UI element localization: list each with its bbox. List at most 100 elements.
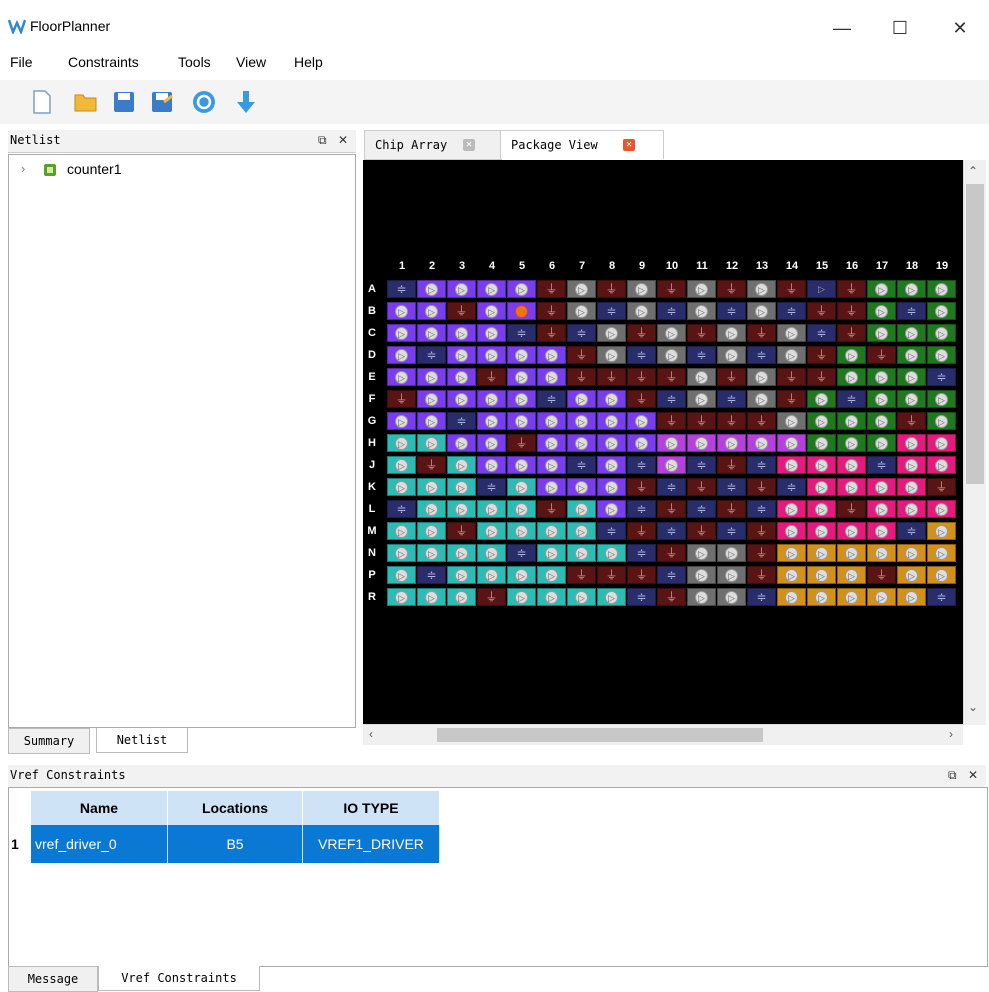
cell-io-type[interactable]: VREF1_DRIVER	[302, 825, 440, 863]
column-header-io-type[interactable]: IO TYPE	[302, 791, 440, 825]
pin-cell[interactable]: ▷	[417, 588, 446, 606]
pin-cell[interactable]: ▷	[537, 588, 566, 606]
tab-close-icon[interactable]: ✕	[623, 139, 635, 151]
menu-constraints[interactable]: Constraints	[68, 54, 139, 70]
pin-cell[interactable]: ⏚	[627, 324, 656, 342]
pin-cell[interactable]: ≑	[687, 500, 716, 518]
pin-cell[interactable]: ≑	[657, 390, 686, 408]
open-folder-icon[interactable]	[72, 88, 100, 116]
pin-cell[interactable]: ▷	[447, 324, 476, 342]
scroll-down-icon[interactable]: ⌄	[968, 700, 978, 714]
pin-cell[interactable]: ▷	[537, 346, 566, 364]
pin-cell[interactable]: ▷	[477, 434, 506, 452]
pin-cell[interactable]: ≑	[927, 588, 956, 606]
pin-cell[interactable]: ▷	[567, 302, 596, 320]
pin-cell[interactable]: ▷	[387, 412, 416, 430]
table-row[interactable]: vref_driver_0 B5 VREF1_DRIVER	[31, 825, 440, 863]
pin-cell[interactable]: ⏚	[657, 500, 686, 518]
pin-cell[interactable]: ▷	[717, 324, 746, 342]
pin-cell[interactable]: ≑	[777, 478, 806, 496]
pin-cell[interactable]: ▷	[747, 302, 776, 320]
pin-cell[interactable]: ▷	[417, 478, 446, 496]
pin-cell[interactable]: ▷	[867, 368, 896, 386]
pin-cell[interactable]: ▷	[447, 346, 476, 364]
pin-cell[interactable]: ▷	[447, 368, 476, 386]
pin-cell[interactable]: ⏚	[837, 280, 866, 298]
pin-cell[interactable]: ▷	[927, 566, 956, 584]
pin-cell[interactable]: ▷	[867, 500, 896, 518]
pin-cell[interactable]: ▷	[567, 412, 596, 430]
tab-summary[interactable]: Summary	[8, 728, 90, 754]
pin-cell[interactable]: ⏚	[687, 478, 716, 496]
pin-cell[interactable]: ▷	[927, 302, 956, 320]
pin-cell[interactable]: ▷	[687, 390, 716, 408]
pin-cell[interactable]: ▷	[507, 280, 536, 298]
pin-cell[interactable]: ▷	[627, 412, 656, 430]
pin-cell[interactable]: ▷	[567, 390, 596, 408]
pin-cell[interactable]: ▷	[837, 478, 866, 496]
pin-cell[interactable]: ▷	[537, 478, 566, 496]
pin-cell[interactable]: ▷	[837, 544, 866, 562]
pin-cell[interactable]: ⏚	[507, 434, 536, 452]
float-dock-icon[interactable]: ⧉	[318, 133, 327, 148]
pin-cell[interactable]: ▷	[477, 346, 506, 364]
pin-cell[interactable]: ≑	[867, 456, 896, 474]
pin-cell[interactable]: ⏚	[777, 390, 806, 408]
pin-cell[interactable]: ▷	[777, 588, 806, 606]
pin-cell[interactable]: ▷	[747, 390, 776, 408]
pin-cell[interactable]: ▷	[567, 478, 596, 496]
pin-cell[interactable]: ⏚	[657, 368, 686, 386]
pin-cell[interactable]: ▷	[387, 588, 416, 606]
pin-cell[interactable]: ▷	[537, 456, 566, 474]
pin-cell[interactable]: ⏚	[447, 522, 476, 540]
pin-cell[interactable]: ≑	[717, 522, 746, 540]
save-icon[interactable]	[110, 88, 138, 116]
pin-cell[interactable]: ▷	[567, 280, 596, 298]
pin-cell[interactable]: ⏚	[387, 390, 416, 408]
pin-cell[interactable]: ≑	[597, 302, 626, 320]
pin-cell[interactable]: ▷	[927, 346, 956, 364]
pin-cell[interactable]: ▷	[867, 434, 896, 452]
pin-cell[interactable]: ≑	[507, 324, 536, 342]
pin-cell[interactable]: ≑	[627, 588, 656, 606]
pin-cell[interactable]: ▷	[597, 412, 626, 430]
pin-cell[interactable]: ▷	[507, 522, 536, 540]
scrollbar-thumb[interactable]	[437, 728, 763, 742]
pin-cell[interactable]: ▷	[717, 434, 746, 452]
pin-cell[interactable]: ▷	[537, 522, 566, 540]
pin-cell[interactable]: ⏚	[807, 346, 836, 364]
pin-cell[interactable]: ▷	[447, 434, 476, 452]
pin-cell[interactable]: ⏚	[447, 302, 476, 320]
pin-cell[interactable]: ⏚	[867, 346, 896, 364]
pin-cell[interactable]: ▷	[657, 456, 686, 474]
pin-cell[interactable]: ▷	[417, 368, 446, 386]
pin-cell[interactable]: ▷	[807, 434, 836, 452]
pin-cell[interactable]: ▷	[417, 390, 446, 408]
pin-cell[interactable]: ⏚	[747, 522, 776, 540]
pin-cell[interactable]: ▷	[447, 500, 476, 518]
pin-cell[interactable]: ▷	[507, 368, 536, 386]
pin-cell[interactable]: ⏚	[867, 566, 896, 584]
cell-name[interactable]: vref_driver_0	[31, 825, 168, 863]
pin-cell[interactable]: ≑	[687, 456, 716, 474]
pin-cell[interactable]: ▷	[477, 544, 506, 562]
pin-cell[interactable]: ▷	[417, 544, 446, 562]
pin-cell[interactable]: ▷	[687, 544, 716, 562]
pin-cell[interactable]: ▷	[477, 324, 506, 342]
pin-cell[interactable]: ▷	[777, 544, 806, 562]
pin-cell[interactable]: ▷	[507, 346, 536, 364]
pin-cell[interactable]: ▷	[867, 522, 896, 540]
pin-cell[interactable]: ▷	[597, 544, 626, 562]
download-arrow-icon[interactable]	[232, 88, 260, 116]
pin-cell[interactable]: ▷	[597, 434, 626, 452]
pin-cell[interactable]: ⏚	[717, 500, 746, 518]
pin-cell[interactable]: ≑	[447, 412, 476, 430]
pin-cell[interactable]: ▷	[747, 434, 776, 452]
pin-cell[interactable]: ≑	[747, 346, 776, 364]
column-header-locations[interactable]: Locations	[167, 791, 303, 825]
pin-cell[interactable]: ▷	[837, 434, 866, 452]
pin-cell[interactable]: ≑	[777, 302, 806, 320]
pin-cell[interactable]: ▷	[537, 566, 566, 584]
pin-cell[interactable]: ▷	[687, 434, 716, 452]
pin-cell[interactable]: ⏚	[537, 302, 566, 320]
